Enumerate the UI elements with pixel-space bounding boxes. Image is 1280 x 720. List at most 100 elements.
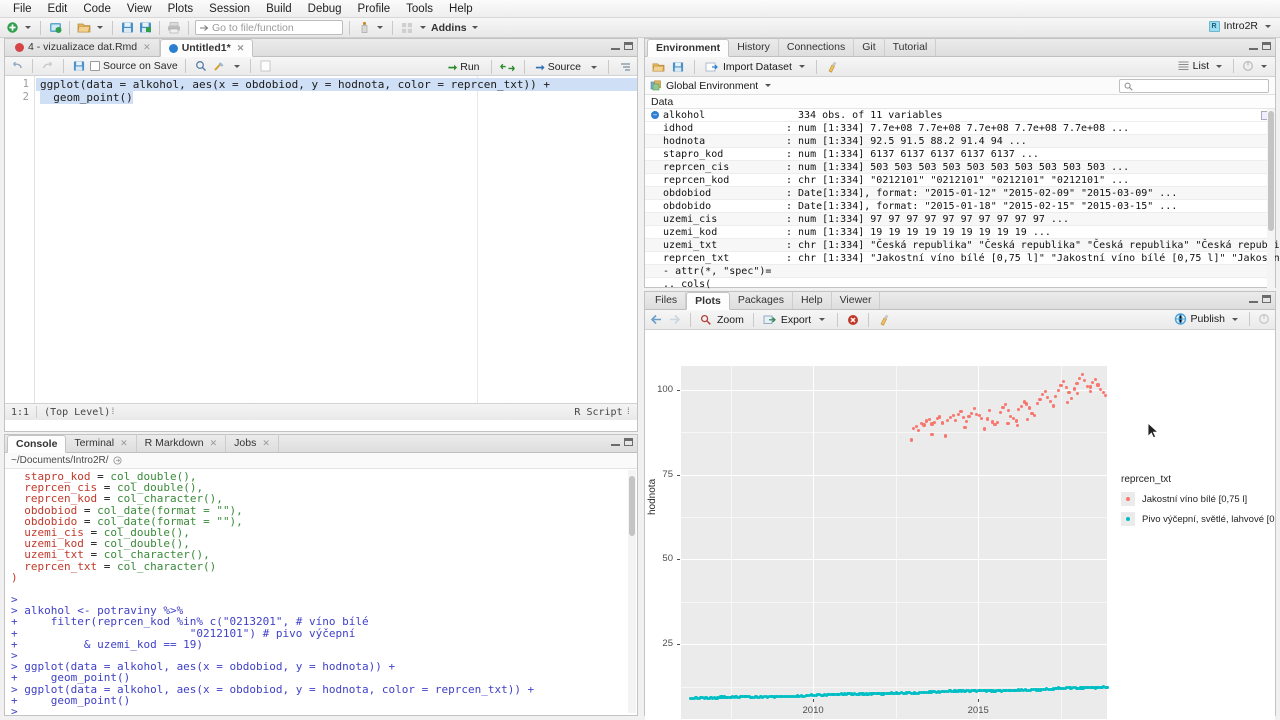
- import-dataset-icon[interactable]: [703, 59, 719, 75]
- view-mode-label[interactable]: List: [1193, 60, 1209, 72]
- new-file-caret-icon[interactable]: [25, 26, 31, 29]
- minimize-icon[interactable]: [1249, 296, 1258, 303]
- refresh-plot-icon[interactable]: [1258, 313, 1270, 325]
- environment-scrollbar[interactable]: [1267, 109, 1275, 291]
- environment-scroll-thumb[interactable]: [1268, 111, 1274, 231]
- menu-session[interactable]: Session: [201, 0, 258, 18]
- menu-build[interactable]: Build: [258, 0, 300, 18]
- doc-type-selector[interactable]: R Script ⁞: [574, 407, 631, 418]
- save-workspace-icon[interactable]: [670, 59, 686, 75]
- maximize-icon[interactable]: [624, 42, 633, 50]
- load-workspace-icon[interactable]: [650, 59, 666, 75]
- menu-help[interactable]: Help: [441, 0, 481, 18]
- tab-tutorial[interactable]: Tutorial: [885, 38, 937, 56]
- tab-console[interactable]: Console: [7, 435, 67, 453]
- scope-caret-icon[interactable]: ⁞: [110, 407, 115, 417]
- close-icon[interactable]: ✕: [120, 438, 128, 449]
- close-icon[interactable]: ✕: [237, 43, 245, 54]
- source-on-save-checkbox[interactable]: [90, 61, 100, 71]
- project-caret-icon[interactable]: [1265, 24, 1271, 28]
- refresh-caret-icon[interactable]: [1261, 64, 1267, 68]
- compile-report-icon[interactable]: [258, 58, 274, 74]
- previous-plot-icon[interactable]: [650, 314, 663, 325]
- new-file-icon[interactable]: [4, 20, 20, 36]
- print-icon[interactable]: [166, 20, 182, 36]
- clear-plots-icon[interactable]: [878, 314, 891, 326]
- export-icon[interactable]: [763, 314, 776, 325]
- menu-profile[interactable]: Profile: [350, 0, 399, 18]
- code-editor[interactable]: 1 2 ggplot(data = alkohol, aes(x = obdob…: [5, 76, 637, 420]
- tab-jobs[interactable]: Jobs ✕: [226, 434, 279, 452]
- source-button[interactable]: ➞ Source: [533, 61, 585, 74]
- list-view-icon[interactable]: [1178, 61, 1189, 71]
- project-selector[interactable]: R Intro2R: [1208, 20, 1274, 32]
- back-arrow-icon[interactable]: [9, 58, 25, 74]
- workspace-caret-icon[interactable]: [377, 26, 383, 29]
- import-dataset-label[interactable]: Import Dataset: [723, 61, 792, 73]
- import-dataset-caret-icon[interactable]: [798, 65, 805, 68]
- plot-canvas[interactable]: 25507510020102015 hodnota obdobiod reprc…: [645, 330, 1275, 720]
- console-scrollbar[interactable]: [628, 470, 636, 713]
- rerun-icon[interactable]: [499, 59, 516, 75]
- outline-icon[interactable]: [617, 59, 633, 75]
- maximize-icon[interactable]: [624, 438, 633, 446]
- menu-code[interactable]: Code: [75, 0, 119, 18]
- menu-debug[interactable]: Debug: [300, 0, 350, 18]
- open-file-caret-icon[interactable]: [97, 26, 103, 29]
- environment-object-row[interactable]: − alkohol 334 obs. of 11 variables: [645, 109, 1275, 122]
- menu-view[interactable]: View: [119, 0, 160, 18]
- maximize-icon[interactable]: [1262, 295, 1271, 303]
- environment-search-input[interactable]: [1119, 79, 1269, 93]
- environment-scope-selector[interactable]: Global Environment: [645, 77, 1275, 95]
- source-caret-icon[interactable]: [591, 65, 597, 69]
- editor-code-area[interactable]: ggplot(data = alkohol, aes(x = obdobiod,…: [36, 76, 637, 420]
- zoom-label[interactable]: Zoom: [717, 314, 744, 326]
- code-tools-icon[interactable]: [212, 58, 228, 74]
- forward-history-icon[interactable]: [40, 58, 56, 74]
- view-mode-caret-icon[interactable]: [1216, 64, 1222, 68]
- menu-tools[interactable]: Tools: [398, 0, 441, 18]
- next-plot-icon[interactable]: [668, 314, 681, 325]
- tab-terminal[interactable]: Terminal ✕: [66, 434, 137, 452]
- addins-caret-icon[interactable]: [420, 26, 426, 29]
- tab-viewer[interactable]: Viewer: [832, 291, 881, 309]
- publish-label[interactable]: Publish: [1191, 313, 1225, 325]
- close-icon[interactable]: ✕: [210, 438, 218, 449]
- tab-plots[interactable]: Plots: [686, 292, 730, 310]
- tab-environment[interactable]: Environment: [647, 39, 730, 57]
- save-doc-icon[interactable]: [71, 58, 87, 74]
- menu-plots[interactable]: Plots: [160, 0, 202, 18]
- close-icon[interactable]: ✕: [143, 42, 151, 53]
- source-tab-untitled1[interactable]: Untitled1* ✕: [159, 39, 254, 57]
- zoom-icon[interactable]: [700, 314, 712, 326]
- tab-git[interactable]: Git: [854, 38, 885, 56]
- doc-type-caret-icon[interactable]: ⁞: [626, 407, 631, 417]
- publish-caret-icon[interactable]: [1232, 317, 1238, 321]
- source-tab-vizualizace[interactable]: 4 - vizualizace dat.Rmd ✕: [7, 38, 160, 56]
- console-scroll-thumb[interactable]: [629, 476, 635, 536]
- clear-workspace-icon[interactable]: [825, 59, 841, 75]
- publish-icon[interactable]: [1174, 313, 1187, 325]
- expand-icon[interactable]: −: [651, 111, 659, 119]
- run-button[interactable]: ➞ Run: [445, 61, 482, 74]
- addins-label[interactable]: Addins: [431, 22, 467, 34]
- maximize-icon[interactable]: [1262, 42, 1271, 50]
- workspace-panes-icon[interactable]: [356, 20, 372, 36]
- tab-files[interactable]: Files: [647, 291, 687, 309]
- remove-plot-icon[interactable]: [847, 314, 859, 326]
- menu-file[interactable]: File: [5, 0, 40, 18]
- code-scope[interactable]: (Top Level): [44, 407, 110, 418]
- code-tools-caret-icon[interactable]: [233, 64, 240, 68]
- open-file-icon[interactable]: [76, 20, 92, 36]
- goto-file-input[interactable]: Go to file/function: [195, 20, 343, 35]
- code-line[interactable]: geom_point(): [36, 91, 637, 104]
- export-caret-icon[interactable]: [819, 318, 826, 321]
- find-replace-icon[interactable]: [193, 58, 209, 74]
- open-folder-icon[interactable]: [112, 456, 122, 465]
- save-icon[interactable]: [119, 20, 135, 36]
- menu-edit[interactable]: Edit: [40, 0, 76, 18]
- minimize-icon[interactable]: [611, 43, 620, 50]
- addins-menu-caret-icon[interactable]: [471, 26, 478, 29]
- export-label[interactable]: Export: [781, 314, 811, 326]
- minimize-icon[interactable]: [611, 439, 620, 446]
